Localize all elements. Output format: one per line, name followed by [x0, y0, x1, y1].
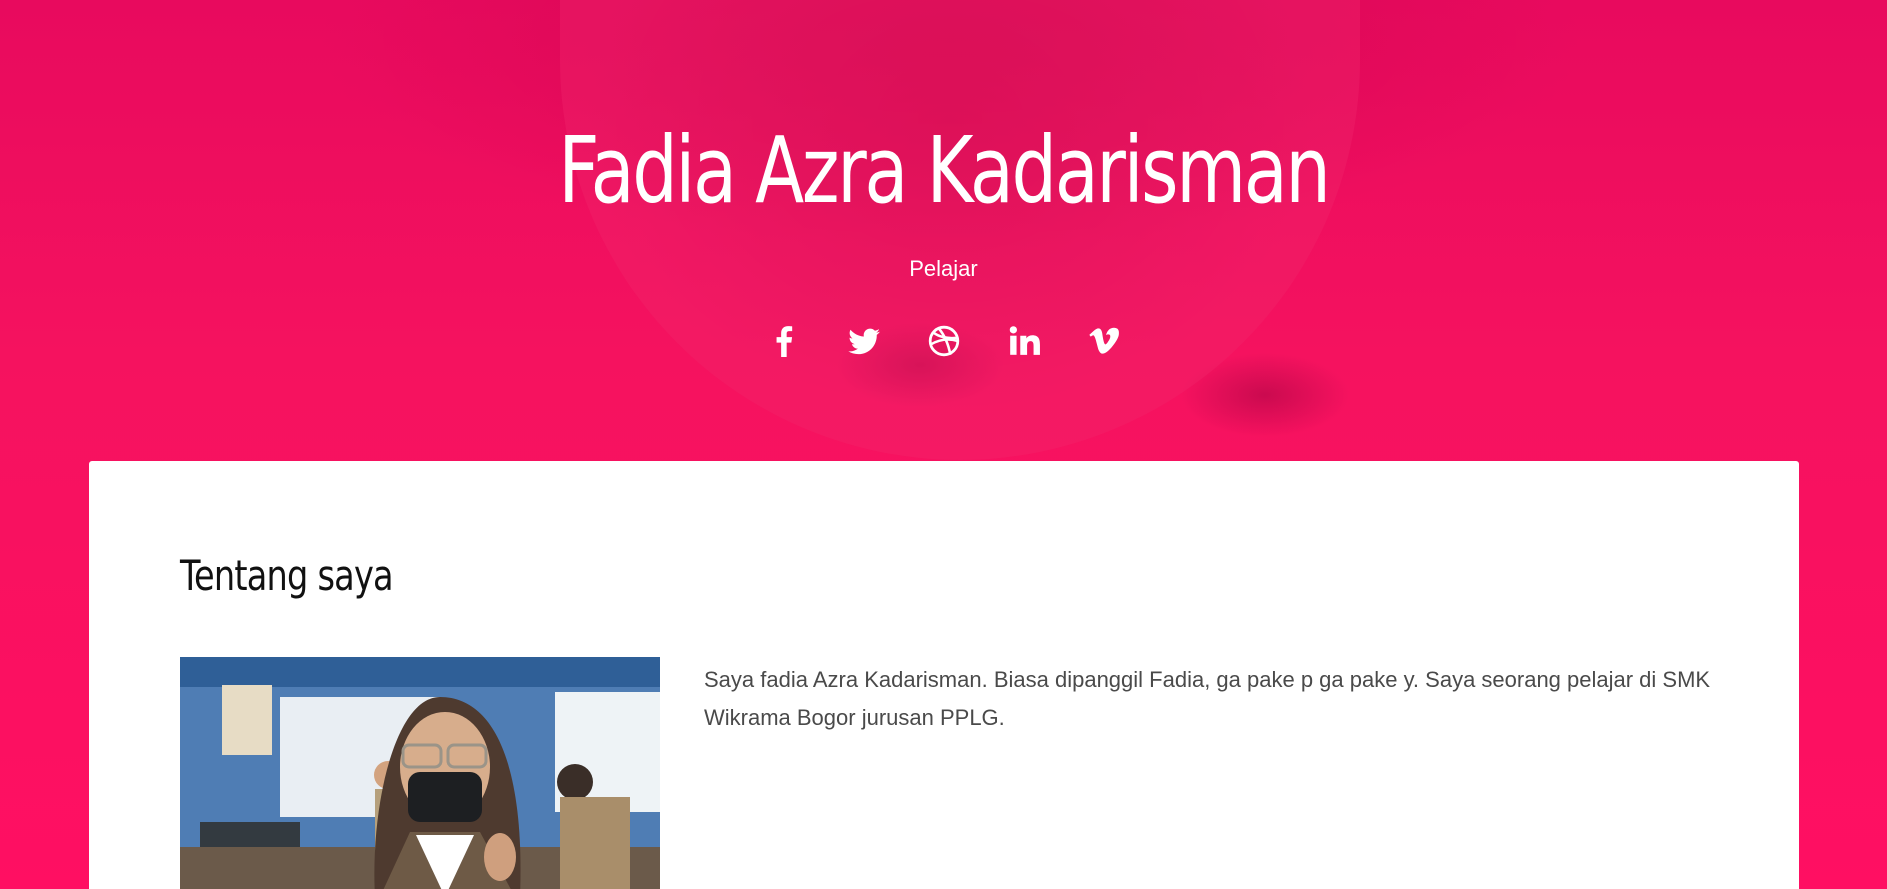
about-card: Tentang saya Saya fadia Azra Kadarisman.… [89, 461, 1799, 889]
profile-photo [180, 657, 660, 889]
facebook-icon [776, 326, 792, 357]
social-links [0, 323, 1887, 359]
linkedin-icon [1009, 326, 1040, 355]
page: Fadia Azra Kadarisman Pelajar Tentang sa… [0, 0, 1887, 889]
linkedin-link[interactable] [1006, 323, 1042, 359]
vimeo-link[interactable] [1086, 323, 1122, 359]
dribbble-link[interactable] [926, 323, 962, 359]
about-text: Saya fadia Azra Kadarisman. Biasa dipang… [704, 667, 1711, 730]
profile-name: Fadia Azra Kadarisman [558, 117, 1331, 224]
twitter-icon [847, 328, 880, 355]
profile-photo-image [180, 657, 660, 889]
vimeo-icon [1088, 327, 1119, 354]
dribbble-icon [928, 325, 959, 357]
about-title: Tentang saya [180, 551, 394, 600]
facebook-link[interactable] [766, 323, 802, 359]
profile-role: Pelajar [909, 256, 978, 281]
twitter-link[interactable] [846, 323, 882, 359]
